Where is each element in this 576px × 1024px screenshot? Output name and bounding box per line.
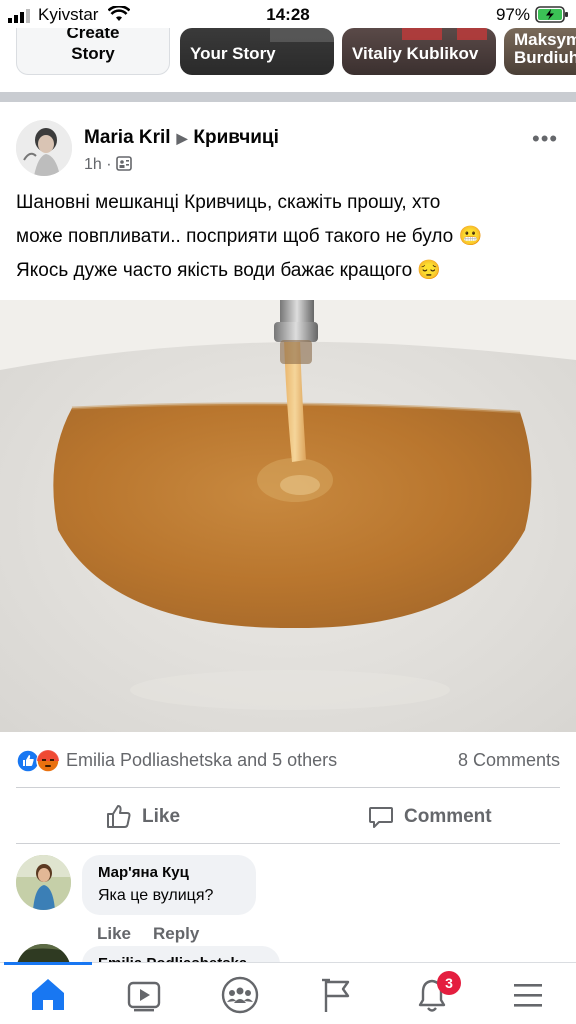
reactions-names[interactable]: Emilia Podliashetska and 5 others <box>66 750 337 771</box>
arrow-right-icon: ▶ <box>176 130 188 146</box>
tab-watch[interactable] <box>122 973 166 1017</box>
divider <box>16 843 560 844</box>
comment-text: Яка це вулиця? <box>98 887 214 904</box>
angry-reaction-icon <box>36 749 60 773</box>
like-icon <box>107 805 131 828</box>
avatar-image <box>16 120 72 176</box>
reactions-summary[interactable]: Emilia Podliashetska and 5 others 8 Comm… <box>16 747 560 775</box>
comment-reply-link[interactable]: Reply <box>153 924 199 943</box>
post-text: Шановні мешканці Кривчиць, скажіть прошу… <box>16 186 561 288</box>
flag-icon <box>322 978 350 1012</box>
create-story-label: Create Story <box>17 28 169 64</box>
tab-home[interactable] <box>26 973 70 1017</box>
story-card-vitaliy-kublikov[interactable]: Vitaliy Kublikov <box>342 28 496 75</box>
create-story-label-line1: Create <box>66 28 120 42</box>
story-name: Maksym Burdiuh <box>514 30 576 67</box>
post-author-line: Maria Kril ▶ Кривчиці <box>84 127 279 149</box>
author-avatar[interactable] <box>16 120 72 176</box>
post-text-line: може повпливати.. посприяти щоб такого н… <box>16 226 483 247</box>
status-bar: Kyivstar 14:28 97% <box>0 0 576 28</box>
story-card-maksym[interactable]: Maksym Burdiuh <box>504 28 576 75</box>
battery-charging-icon <box>535 6 568 23</box>
commenter-avatar-image <box>16 855 71 910</box>
story-name: Vitaliy Kublikov <box>352 44 479 63</box>
author-name[interactable]: Maria Kril <box>84 127 171 148</box>
story-card-your-story[interactable]: Your Story <box>180 28 334 75</box>
story-name: Your Story <box>190 44 276 63</box>
like-button[interactable]: Like <box>106 800 246 834</box>
comment-button[interactable]: Comment <box>368 800 528 834</box>
tab-menu[interactable] <box>506 973 550 1017</box>
menu-icon <box>514 984 542 1007</box>
story-thumbnail <box>402 28 442 40</box>
story-thumbnail <box>457 28 487 40</box>
comment-like-link[interactable]: Like <box>97 924 131 943</box>
comment-bubble[interactable]: Мар'яна Куц Яка це вулиця? <box>82 855 256 915</box>
post-meta: 1h · <box>84 156 132 174</box>
story-thumbnail <box>270 28 334 42</box>
post-text-line: Шановні мешканці Кривчиць, скажіть прошу… <box>16 192 441 213</box>
active-tab-indicator <box>4 962 92 965</box>
more-options-icon[interactable]: ••• <box>532 126 558 152</box>
divider <box>16 787 560 788</box>
group-audience-icon <box>116 156 132 171</box>
comments-count[interactable]: 8 Comments <box>458 750 560 771</box>
comment-actions: Like Reply <box>97 924 221 944</box>
like-button-label: Like <box>142 806 181 827</box>
dot-separator: · <box>106 156 117 173</box>
clock: 14:28 <box>266 5 310 24</box>
home-icon <box>32 979 64 1010</box>
create-story-card[interactable]: Create Story <box>16 28 170 75</box>
battery-percent: 97% <box>495 5 530 24</box>
stories-tray: Create Story Your Story Vitaliy Kublikov… <box>0 28 576 90</box>
bottom-tab-bar <box>0 962 576 1024</box>
comment-button-label: Comment <box>404 806 492 827</box>
groups-icon <box>221 976 259 1014</box>
post-photo[interactable] <box>0 300 576 732</box>
comment-icon <box>369 807 393 828</box>
post-time[interactable]: 1h <box>84 156 102 173</box>
notifications-badge: 3 <box>437 971 461 995</box>
create-story-label-line2: Story <box>71 44 115 63</box>
video-icon <box>127 981 161 1012</box>
comment-author[interactable]: Мар'яна Куц <box>98 864 189 881</box>
group-name[interactable]: Кривчиці <box>193 127 279 148</box>
post-text-line: Якось дуже часто якість води бажає кращо… <box>16 260 442 281</box>
tab-pages[interactable] <box>314 973 358 1017</box>
commenter-avatar[interactable] <box>16 855 71 910</box>
tab-groups[interactable] <box>218 973 262 1017</box>
feed-divider <box>0 92 576 102</box>
sink-photo-image <box>0 300 576 732</box>
